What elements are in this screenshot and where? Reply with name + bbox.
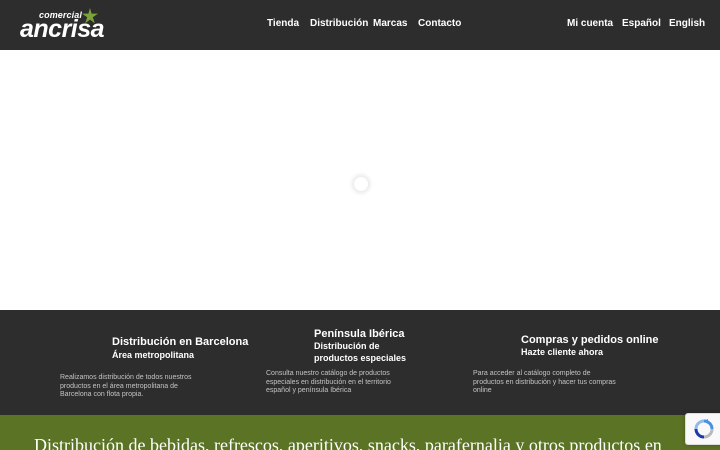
- feature-title-online: Compras y pedidos online: [521, 334, 659, 346]
- nav-contacto[interactable]: Contacto: [418, 18, 461, 29]
- feature-description-peninsula: Consulta nuestro catálogo de productos e…: [266, 370, 391, 395]
- logo[interactable]: comercial ancrisa: [20, 8, 124, 44]
- logo-main-text: ancrisa: [20, 15, 105, 43]
- nav-marcas[interactable]: Marcas: [373, 18, 407, 29]
- feature-description-online: Para acceder al catálogo completo de pro…: [473, 370, 616, 395]
- recaptcha-badge[interactable]: [685, 413, 720, 445]
- feature-description-barcelona: Realizamos distribución de todos nuestro…: [60, 374, 192, 399]
- feature-title-peninsula: Península Ibérica: [314, 328, 405, 340]
- nav-espanol[interactable]: Español: [622, 18, 661, 29]
- site-header: comercial ancrisa Tienda Distribución Ma…: [0, 0, 720, 50]
- feature-subtitle-barcelona: Área metropolitana: [112, 350, 195, 360]
- nav-mi-cuenta[interactable]: Mi cuenta: [567, 18, 613, 29]
- recaptcha-icon: [694, 419, 714, 439]
- nav-english[interactable]: English: [669, 18, 705, 29]
- hero-area: [0, 50, 720, 310]
- nav-tienda[interactable]: Tienda: [267, 18, 299, 29]
- loading-spinner: [354, 177, 368, 191]
- distribution-banner: Distribución de bebidas, refrescos, aper…: [0, 415, 720, 450]
- feature-title-barcelona: Distribución en Barcelona: [112, 336, 249, 348]
- feature-subtitle-peninsula: Distribución de productos especiales: [314, 341, 407, 363]
- nav-distribucion[interactable]: Distribución: [310, 18, 368, 29]
- banner-heading: Distribución de bebidas, refrescos, aper…: [34, 435, 662, 450]
- features-section: Distribución en Barcelona Área metropoli…: [0, 310, 720, 415]
- feature-subtitle-online: Hazte cliente ahora: [521, 347, 604, 357]
